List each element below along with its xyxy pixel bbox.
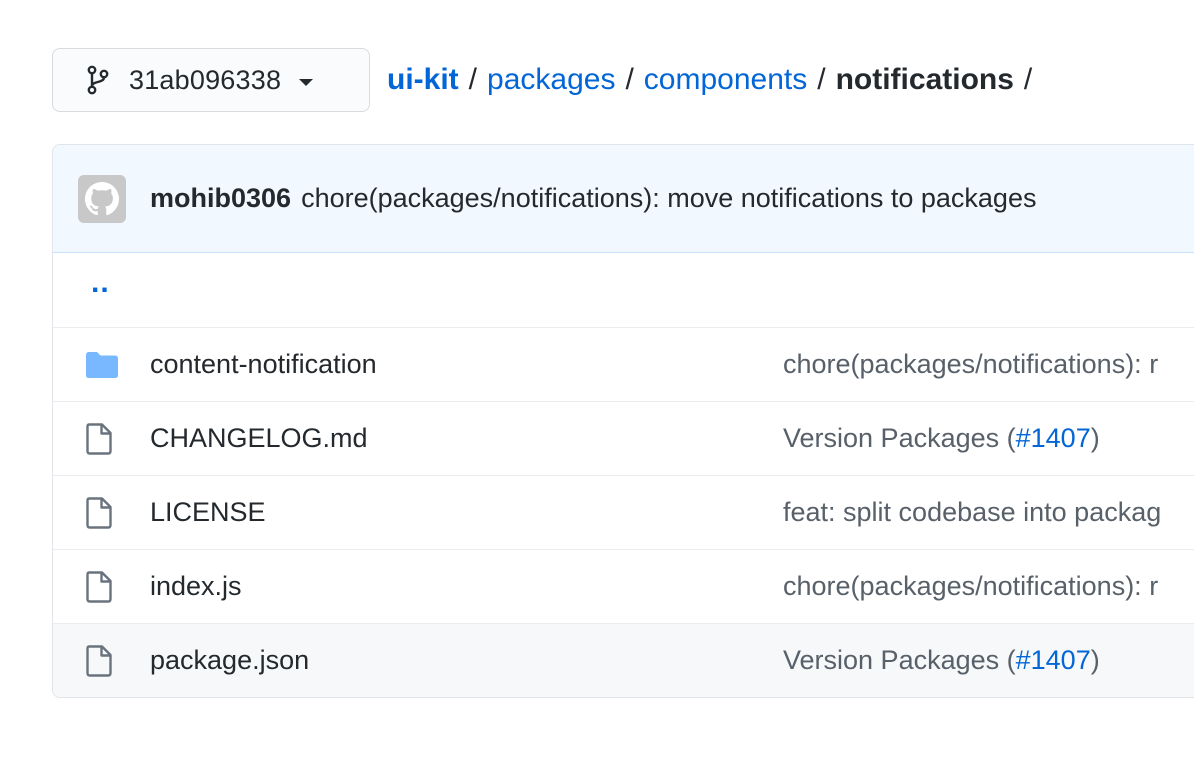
repo-nav-bar: 31ab096338 ui-kit / packages / component… xyxy=(52,48,1042,112)
breadcrumb-repo-link[interactable]: ui-kit xyxy=(387,63,459,97)
table-row[interactable]: CHANGELOG.md Version Packages (#1407) xyxy=(53,401,1194,475)
file-icon xyxy=(86,496,112,529)
commit-message-text: Version Packages ( xyxy=(783,645,1016,675)
breadcrumb: ui-kit / packages / components / notific… xyxy=(387,63,1042,97)
file-icon xyxy=(86,644,112,677)
file-name-link[interactable]: content-notification xyxy=(150,349,377,380)
parent-directory-link[interactable]: .. xyxy=(91,266,110,300)
folder-icon xyxy=(86,351,118,378)
table-row[interactable]: content-notification chore(packages/noti… xyxy=(53,327,1194,401)
breadcrumb-separator: / xyxy=(817,63,826,96)
git-branch-icon xyxy=(87,65,109,95)
file-name-link[interactable]: index.js xyxy=(150,571,242,602)
file-commit-message[interactable]: Version Packages (#1407) xyxy=(783,423,1100,454)
commit-message-suffix: ) xyxy=(1090,423,1100,453)
commit-author-link[interactable]: mohib0306 xyxy=(150,183,291,214)
commit-message-text: Version Packages ( xyxy=(783,423,1016,453)
file-name-link[interactable]: package.json xyxy=(150,645,309,676)
table-row[interactable]: index.js chore(packages/notifications): … xyxy=(53,549,1194,623)
commit-message-suffix: ) xyxy=(1090,645,1100,675)
table-row[interactable]: LICENSE feat: split codebase into packag xyxy=(53,475,1194,549)
breadcrumb-separator: / xyxy=(625,63,634,96)
github-octocat-icon xyxy=(85,181,119,215)
file-name-link[interactable]: LICENSE xyxy=(150,497,266,528)
commit-message-text: chore(packages/notifications): r xyxy=(783,571,1159,601)
branch-name: 31ab096338 xyxy=(129,64,282,95)
file-commit-message[interactable]: Version Packages (#1407) xyxy=(783,645,1100,676)
breadcrumb-packages-link[interactable]: packages xyxy=(487,63,615,97)
caret-down-icon xyxy=(299,78,314,86)
file-icon xyxy=(86,422,112,455)
avatar[interactable] xyxy=(78,174,126,223)
file-commit-message[interactable]: chore(packages/notifications): r xyxy=(783,571,1158,602)
file-commit-message[interactable]: chore(packages/notifications): r xyxy=(783,349,1158,380)
file-commit-message[interactable]: feat: split codebase into packag xyxy=(783,497,1161,528)
commit-message-text: feat: split codebase into packag xyxy=(783,497,1162,527)
file-name-link[interactable]: CHANGELOG.md xyxy=(150,423,368,454)
parent-directory-row[interactable]: .. xyxy=(53,253,1194,327)
commit-message-link[interactable]: chore(packages/notifications): move noti… xyxy=(301,183,1036,214)
latest-commit-bar: mohib0306 chore(packages/notifications):… xyxy=(53,145,1194,253)
breadcrumb-current: notifications xyxy=(835,63,1014,96)
commit-message-text: chore(packages/notifications): r xyxy=(783,349,1159,379)
file-icon xyxy=(86,570,112,603)
breadcrumb-separator: / xyxy=(468,63,478,96)
table-row[interactable]: package.json Version Packages (#1407) xyxy=(53,623,1194,697)
breadcrumb-components-link[interactable]: components xyxy=(644,63,807,97)
pull-request-link[interactable]: #1407 xyxy=(1016,423,1091,453)
pull-request-link[interactable]: #1407 xyxy=(1016,645,1091,675)
file-list-box: mohib0306 chore(packages/notifications):… xyxy=(52,144,1194,698)
branch-select-button[interactable]: 31ab096338 xyxy=(52,48,370,112)
breadcrumb-separator: / xyxy=(1023,63,1033,96)
